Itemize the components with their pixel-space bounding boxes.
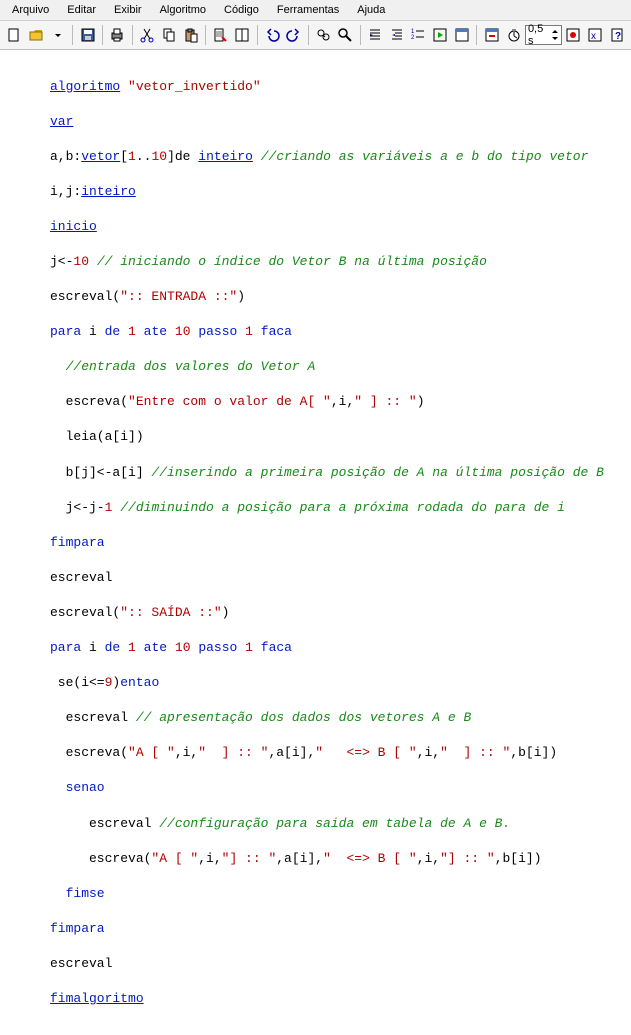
svg-text:2: 2 <box>411 35 415 41</box>
replace-button[interactable] <box>335 23 356 47</box>
code-line: escreval(":: ENTRADA ::") <box>50 288 631 306</box>
code-line: senao <box>50 779 631 797</box>
print-button[interactable] <box>107 23 128 47</box>
menu-file[interactable]: Arquivo <box>4 2 57 18</box>
code-line: escreval <box>50 955 631 973</box>
menu-view[interactable]: Exibir <box>106 2 150 18</box>
paste-button[interactable] <box>180 23 201 47</box>
code-line: //entrada dos valores do Vetor A <box>50 358 631 376</box>
menu-code[interactable]: Código <box>216 2 267 18</box>
save-button[interactable] <box>77 23 98 47</box>
outdent-button[interactable] <box>386 23 407 47</box>
step-button[interactable] <box>481 23 502 47</box>
separator <box>102 25 103 45</box>
menu-tools[interactable]: Ferramentas <box>269 2 347 18</box>
code-line: fimpara <box>50 920 631 938</box>
tool-button-1[interactable] <box>210 23 231 47</box>
run-button[interactable] <box>430 23 451 47</box>
toolbar: 12 0,5 s x ? <box>0 21 631 50</box>
code-line: j<-10 // iniciando o índice do Vetor B n… <box>50 253 631 271</box>
code-editor[interactable]: algoritmo "vetor_invertido" var a,b:veto… <box>0 50 631 1035</box>
code-line: para i de 1 ate 10 passo 1 faca <box>50 323 631 341</box>
code-line: escreva("A [ ",i," ] :: ",a[i]," <=> B [… <box>50 744 631 762</box>
code-line: escreval // apresentação dos dados dos v… <box>50 709 631 727</box>
separator <box>257 25 258 45</box>
undo-button[interactable] <box>261 23 282 47</box>
separator <box>308 25 309 45</box>
redo-button[interactable] <box>283 23 304 47</box>
code-line: escreva("A [ ",i,"] :: ",a[i]," <=> B [ … <box>50 850 631 868</box>
code-line: escreva("Entre com o valor de A[ ",i," ]… <box>50 393 631 411</box>
code-line: se(i<=9)entao <box>50 674 631 692</box>
breakpoint-button[interactable] <box>563 23 584 47</box>
open-dropdown[interactable] <box>48 23 69 47</box>
code-line: escreval //configuração para saida em ta… <box>50 815 631 833</box>
separator <box>72 25 73 45</box>
code-line: leia(a[i]) <box>50 428 631 446</box>
cut-button[interactable] <box>137 23 158 47</box>
new-button[interactable] <box>4 23 25 47</box>
menu-algorithm[interactable]: Algoritmo <box>152 2 214 18</box>
speed-spinner[interactable]: 0,5 s <box>525 25 562 45</box>
tool-button-2[interactable] <box>232 23 253 47</box>
code-line: a,b:vetor[1..10]de inteiro //criando as … <box>50 148 631 166</box>
copy-button[interactable] <box>158 23 179 47</box>
code-line: fimalgoritmo <box>50 990 631 1008</box>
svg-text:x: x <box>591 31 596 42</box>
code-line: escreval(":: SAÍDA ::") <box>50 604 631 622</box>
code-line: var <box>50 113 631 131</box>
code-line: algoritmo "vetor_invertido" <box>50 78 631 96</box>
vars-button[interactable]: x <box>584 23 605 47</box>
code-line: j<-j-1 //diminuindo a posição para a pró… <box>50 499 631 517</box>
code-line: fimse <box>50 885 631 903</box>
help-button[interactable]: ? <box>606 23 627 47</box>
timer-button[interactable] <box>503 23 524 47</box>
separator <box>360 25 361 45</box>
code-line: para i de 1 ate 10 passo 1 faca <box>50 639 631 657</box>
numbers-button[interactable]: 12 <box>408 23 429 47</box>
menu-help[interactable]: Ajuda <box>349 2 393 18</box>
separator <box>476 25 477 45</box>
code-line: inicio <box>50 218 631 236</box>
separator <box>132 25 133 45</box>
code-line: escreval <box>50 569 631 587</box>
indent-button[interactable] <box>364 23 385 47</box>
code-line: i,j:inteiro <box>50 183 631 201</box>
separator <box>205 25 206 45</box>
speed-value: 0,5 s <box>528 23 548 47</box>
menubar: Arquivo Editar Exibir Algoritmo Código F… <box>0 0 631 21</box>
window-button[interactable] <box>452 23 473 47</box>
svg-text:?: ? <box>615 31 621 42</box>
code-line: b[j]<-a[i] //inserindo a primeira posiçã… <box>50 464 631 482</box>
open-button[interactable] <box>26 23 47 47</box>
menu-edit[interactable]: Editar <box>59 2 104 18</box>
find-button[interactable] <box>313 23 334 47</box>
